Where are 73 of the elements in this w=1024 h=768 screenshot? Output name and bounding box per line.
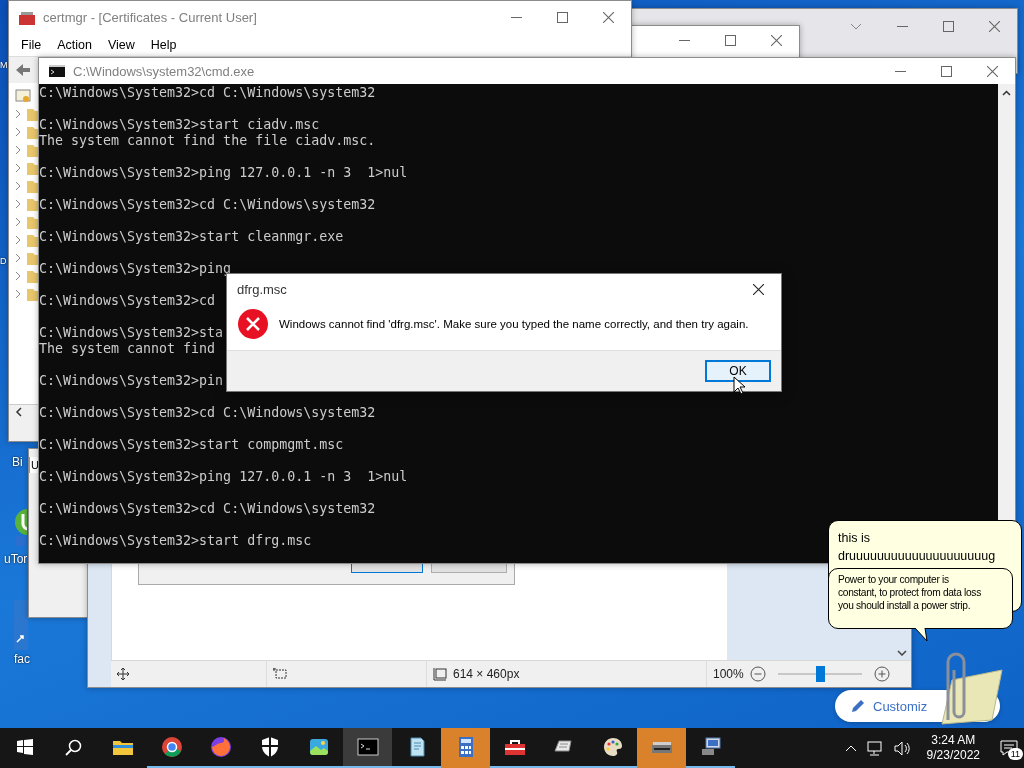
minimize-icon[interactable] bbox=[510, 17, 522, 18]
console-line: The system cannot find the file ciadv.msc. bbox=[39, 134, 376, 147]
maximize-icon[interactable] bbox=[556, 12, 568, 23]
minimize-icon[interactable] bbox=[678, 39, 690, 41]
pencil-icon bbox=[851, 699, 865, 713]
maximize-icon[interactable] bbox=[724, 34, 736, 46]
console-line: C:\Windows\System32>ping 127.0.0.1 -n 3 1>nul bbox=[39, 470, 408, 483]
bubble-text: druuuuuuuuuuuuuuuuuuuug bbox=[838, 548, 997, 565]
chevron-up-icon[interactable] bbox=[844, 744, 857, 752]
window-title: C:\Windows\system32\cmd.exe bbox=[73, 63, 256, 79]
selection-icon bbox=[273, 667, 287, 681]
menu-item[interactable]: Action bbox=[49, 38, 100, 52]
desktop-icon-label: fac bbox=[14, 652, 30, 666]
notification-count: 11 bbox=[1007, 748, 1023, 760]
console-line: C:\Windows\System32>cd C:\Windows\system32 bbox=[39, 86, 376, 99]
console-line: C:\Windows\System32>start compmgmt.msc bbox=[39, 438, 344, 451]
desktop-icon-label: uTor bbox=[4, 552, 28, 566]
console-line: C:\Windows\System32>start ciadv.msc bbox=[39, 118, 320, 131]
notification-icon[interactable] bbox=[1000, 740, 1018, 756]
certificate-icon bbox=[15, 88, 31, 104]
dialog-button[interactable] bbox=[351, 564, 423, 573]
minimize-icon[interactable] bbox=[894, 70, 906, 72]
maximize-icon[interactable] bbox=[940, 65, 952, 77]
console-line: C:\Windows\System32>cd C:\Windows\system32 bbox=[39, 198, 376, 211]
desktop-icon-label: Bi bbox=[12, 455, 23, 469]
minimize-icon[interactable] bbox=[896, 25, 908, 27]
browser-icon bbox=[159, 735, 184, 759]
console-line: C:\Windows\System32>pin bbox=[39, 374, 224, 387]
image-size-icon bbox=[433, 667, 447, 681]
console-line: C:\Windows\System32>ping bbox=[39, 262, 232, 275]
menu-item[interactable]: View bbox=[99, 38, 143, 52]
maximize-icon[interactable] bbox=[942, 20, 954, 32]
scroll-left-icon[interactable] bbox=[15, 407, 22, 417]
menu-item[interactable]: File bbox=[13, 38, 50, 52]
zoom-level: 100% bbox=[713, 667, 744, 681]
start-icon[interactable] bbox=[16, 739, 33, 755]
error-icon bbox=[237, 308, 269, 340]
console-line: C:\Windows\System32>start dfrg.msc bbox=[39, 534, 312, 547]
console-line: C:\Windows\System32>cd C:\Windows\system32 bbox=[39, 502, 376, 515]
zoom-in-icon[interactable] bbox=[873, 666, 890, 682]
terminal-icon bbox=[49, 65, 65, 77]
desktop-icon-label: D bbox=[0, 256, 7, 266]
zoom-out-icon[interactable] bbox=[749, 666, 766, 682]
search-icon[interactable] bbox=[65, 738, 82, 756]
speaker-icon[interactable] bbox=[893, 740, 911, 756]
shortcut-icon[interactable] bbox=[14, 600, 28, 650]
toolbox-icon bbox=[19, 10, 35, 25]
move-icon bbox=[117, 668, 129, 680]
clock[interactable]: 3:24 AM 9/23/2022 bbox=[920, 733, 986, 763]
terminal-icon bbox=[355, 735, 380, 759]
console-line: C:\Windows\System32>ping 127.0.0.1 -n 3 1>nul bbox=[39, 166, 408, 179]
fox-browser-icon bbox=[208, 735, 233, 759]
window-title: certmgr - [Certificates - Current User] bbox=[43, 10, 258, 25]
desktop-icon-label: M bbox=[0, 60, 8, 70]
error-message: Windows cannot find 'dfrg.msc'. Make sure you typed the name correctly, and then try again. bbox=[279, 318, 749, 330]
console-line: C:\Windows\System32>sta bbox=[39, 326, 224, 339]
network-icon[interactable] bbox=[866, 740, 884, 756]
bubble-text: this is bbox=[838, 530, 871, 547]
menu-item[interactable]: Help bbox=[142, 38, 185, 52]
chevron-down-icon[interactable] bbox=[897, 650, 907, 656]
console-line: C:\Windows\System32>cd bbox=[39, 294, 216, 307]
console-line: C:\Windows\System32>start cleanmgr.exe bbox=[39, 230, 344, 243]
bubble-text: Power to your computer is constant, to protect from data loss you should install a power strip. bbox=[838, 573, 982, 612]
close-icon[interactable] bbox=[752, 283, 764, 295]
slider-thumb[interactable] bbox=[815, 666, 825, 682]
console-line: C:\Windows\System32>cd C:\Windows\system32 bbox=[39, 406, 376, 419]
taskbar-button[interactable] bbox=[343, 728, 392, 768]
back-arrow-icon[interactable] bbox=[15, 63, 31, 77]
console-line: The system cannot find bbox=[39, 342, 216, 355]
ok-button[interactable]: OK bbox=[705, 360, 771, 382]
scroll-up-icon[interactable] bbox=[1002, 90, 1011, 96]
image-size: 614 × 460px bbox=[453, 667, 520, 681]
dialog-title: dfrg.msc bbox=[237, 281, 288, 297]
